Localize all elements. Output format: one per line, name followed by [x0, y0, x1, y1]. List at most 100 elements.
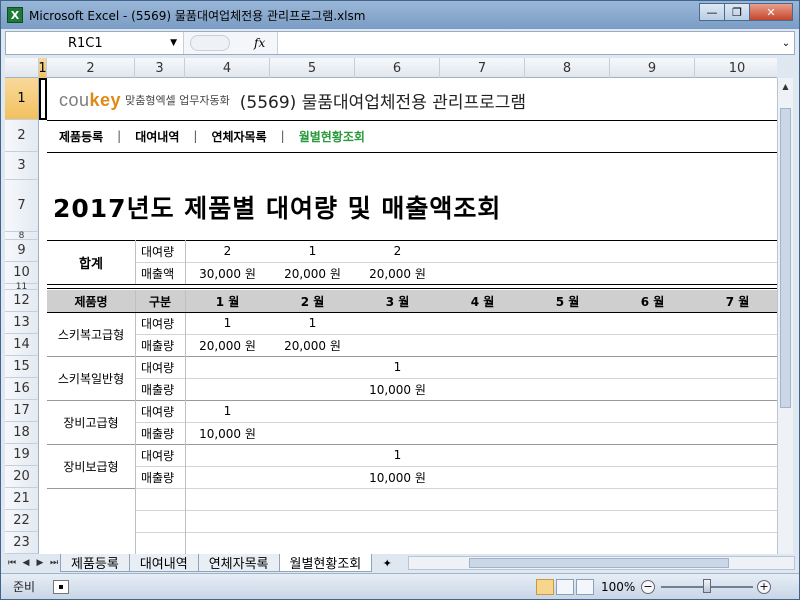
- excel-app-icon[interactable]: X: [7, 7, 23, 23]
- row-header[interactable]: 20: [5, 466, 39, 488]
- name-column-border: [135, 290, 136, 554]
- nav-link[interactable]: 월별현황조회: [299, 128, 365, 145]
- empty-row-border: [135, 510, 777, 511]
- product-mid-border: [135, 378, 777, 379]
- nav-link[interactable]: 연체자목록: [211, 128, 266, 145]
- name-box-value: R1C1: [68, 35, 103, 51]
- row-header[interactable]: 23: [5, 532, 39, 554]
- column-header[interactable]: 2: [47, 58, 135, 78]
- restore-button[interactable]: ❐: [724, 3, 750, 21]
- sheet-tab[interactable]: 월별현황조회: [278, 554, 373, 572]
- table-cell: [440, 444, 525, 466]
- close-button[interactable]: ✕: [749, 3, 793, 21]
- name-box[interactable]: R1C1 ▼: [6, 32, 184, 54]
- table-cell: 20,000 원: [199, 338, 256, 353]
- table-cell: [695, 334, 777, 356]
- table-cell: [695, 466, 777, 488]
- row-header[interactable]: 18: [5, 422, 39, 444]
- row-header[interactable]: 13: [5, 312, 39, 334]
- macro-record-icon[interactable]: ▪: [53, 579, 70, 594]
- sheet-tab[interactable]: 대여내역: [128, 554, 199, 572]
- select-all-corner[interactable]: [5, 58, 39, 78]
- formula-toggle-icon[interactable]: [190, 35, 230, 51]
- zoom-out-icon[interactable]: −: [641, 579, 655, 594]
- minimize-button[interactable]: —: [699, 3, 725, 21]
- sheet-tabs: 제품등록 대여내역 연체자목록 월별현황조회: [60, 554, 373, 572]
- table-cell: [610, 356, 695, 378]
- banner: coukey 맞춤형엑셀 업무자동화 (5569) 물품대여업체전용 관리프로그…: [59, 86, 526, 114]
- table-cell: 1: [223, 404, 232, 418]
- insert-function-icon[interactable]: fx: [254, 36, 265, 50]
- table-cell: [440, 378, 525, 400]
- column-header[interactable]: 4: [185, 58, 270, 78]
- chevron-down-icon[interactable]: ▼: [170, 38, 177, 48]
- sheet-tab[interactable]: 제품등록: [60, 554, 130, 572]
- row-header[interactable]: 8: [5, 231, 39, 241]
- nav-link[interactable]: 제품등록: [59, 128, 103, 145]
- nav-separator: |: [280, 129, 285, 143]
- normal-view-icon[interactable]: [536, 578, 554, 595]
- logo-gray-text: cou: [59, 89, 90, 110]
- row-kind-label: 매출량: [141, 382, 175, 397]
- row-header[interactable]: 14: [5, 334, 39, 356]
- row-header[interactable]: 22: [5, 510, 39, 532]
- page-layout-view-icon[interactable]: [556, 578, 574, 595]
- table-cell: [525, 400, 610, 422]
- product-mid-border: [135, 422, 777, 423]
- sheet-tab[interactable]: 연체자목록: [197, 554, 280, 572]
- table-cell: [610, 378, 695, 400]
- next-sheet-icon[interactable]: ▶: [33, 558, 47, 568]
- row-header[interactable]: 15: [5, 356, 39, 378]
- expand-formula-icon[interactable]: ⌄: [778, 38, 794, 49]
- formula-bar: R1C1 ▼ fx ⌄: [5, 31, 795, 55]
- vertical-scroll-thumb[interactable]: [780, 108, 791, 408]
- column-header[interactable]: 9: [610, 58, 695, 78]
- active-cell-indicator[interactable]: [39, 78, 47, 120]
- first-sheet-icon[interactable]: ⏮: [5, 558, 19, 568]
- summary-value: 20,000 원: [369, 266, 426, 281]
- vertical-scrollbar[interactable]: ▲: [777, 78, 793, 554]
- zoom-level[interactable]: 100%: [601, 580, 635, 594]
- prev-sheet-icon[interactable]: ◀: [19, 558, 33, 568]
- column-header[interactable]: 5: [270, 58, 355, 78]
- logo-subtitle: 맞춤형엑셀 업무자동화: [125, 94, 230, 107]
- product-mid-border: [135, 466, 777, 467]
- table-cell: 10,000 원: [199, 426, 256, 441]
- product-name: 스키복고급형: [57, 327, 125, 342]
- row-kind-label: 매출량: [141, 470, 175, 485]
- title-bar: X Microsoft Excel - (5569) 물품대여업체전용 관리프로…: [1, 1, 799, 29]
- scroll-up-icon[interactable]: ▲: [778, 78, 793, 94]
- row-header[interactable]: 7: [5, 180, 39, 232]
- table-header-cell: 4 월: [470, 294, 495, 309]
- column-header[interactable]: 3: [135, 58, 185, 78]
- table-cell: [610, 312, 695, 334]
- table-cell: [525, 312, 610, 334]
- row-kind-label: 대여량: [141, 360, 175, 375]
- column-header[interactable]: 6: [355, 58, 440, 78]
- row-header[interactable]: 19: [5, 444, 39, 466]
- row-header[interactable]: 3: [5, 152, 39, 180]
- table-header-cell: 구분: [148, 294, 172, 309]
- summary-value: 1: [308, 244, 317, 258]
- page-break-view-icon[interactable]: [576, 578, 594, 595]
- table-cell: [695, 356, 777, 378]
- horizontal-scrollbar[interactable]: [408, 556, 795, 570]
- row-header[interactable]: 9: [5, 240, 39, 262]
- column-header[interactable]: 10: [695, 58, 777, 78]
- row-header[interactable]: 21: [5, 488, 39, 510]
- row-header[interactable]: 17: [5, 400, 39, 422]
- row-header[interactable]: 16: [5, 378, 39, 400]
- formula-input[interactable]: [278, 32, 778, 54]
- row-header[interactable]: 12: [5, 290, 39, 312]
- horizontal-scroll-thumb[interactable]: [469, 558, 730, 568]
- insert-sheet-icon[interactable]: ✦: [376, 555, 398, 571]
- column-header[interactable]: 1: [38, 58, 47, 78]
- column-header[interactable]: 7: [440, 58, 525, 78]
- nav-link[interactable]: 대여내역: [135, 128, 179, 145]
- zoom-slider-thumb[interactable]: [703, 579, 711, 593]
- zoom-in-icon[interactable]: +: [757, 579, 771, 594]
- row-header[interactable]: 1: [5, 78, 39, 120]
- last-sheet-icon[interactable]: ⏭: [47, 558, 61, 568]
- row-header[interactable]: 2: [5, 120, 39, 152]
- column-header[interactable]: 8: [525, 58, 610, 78]
